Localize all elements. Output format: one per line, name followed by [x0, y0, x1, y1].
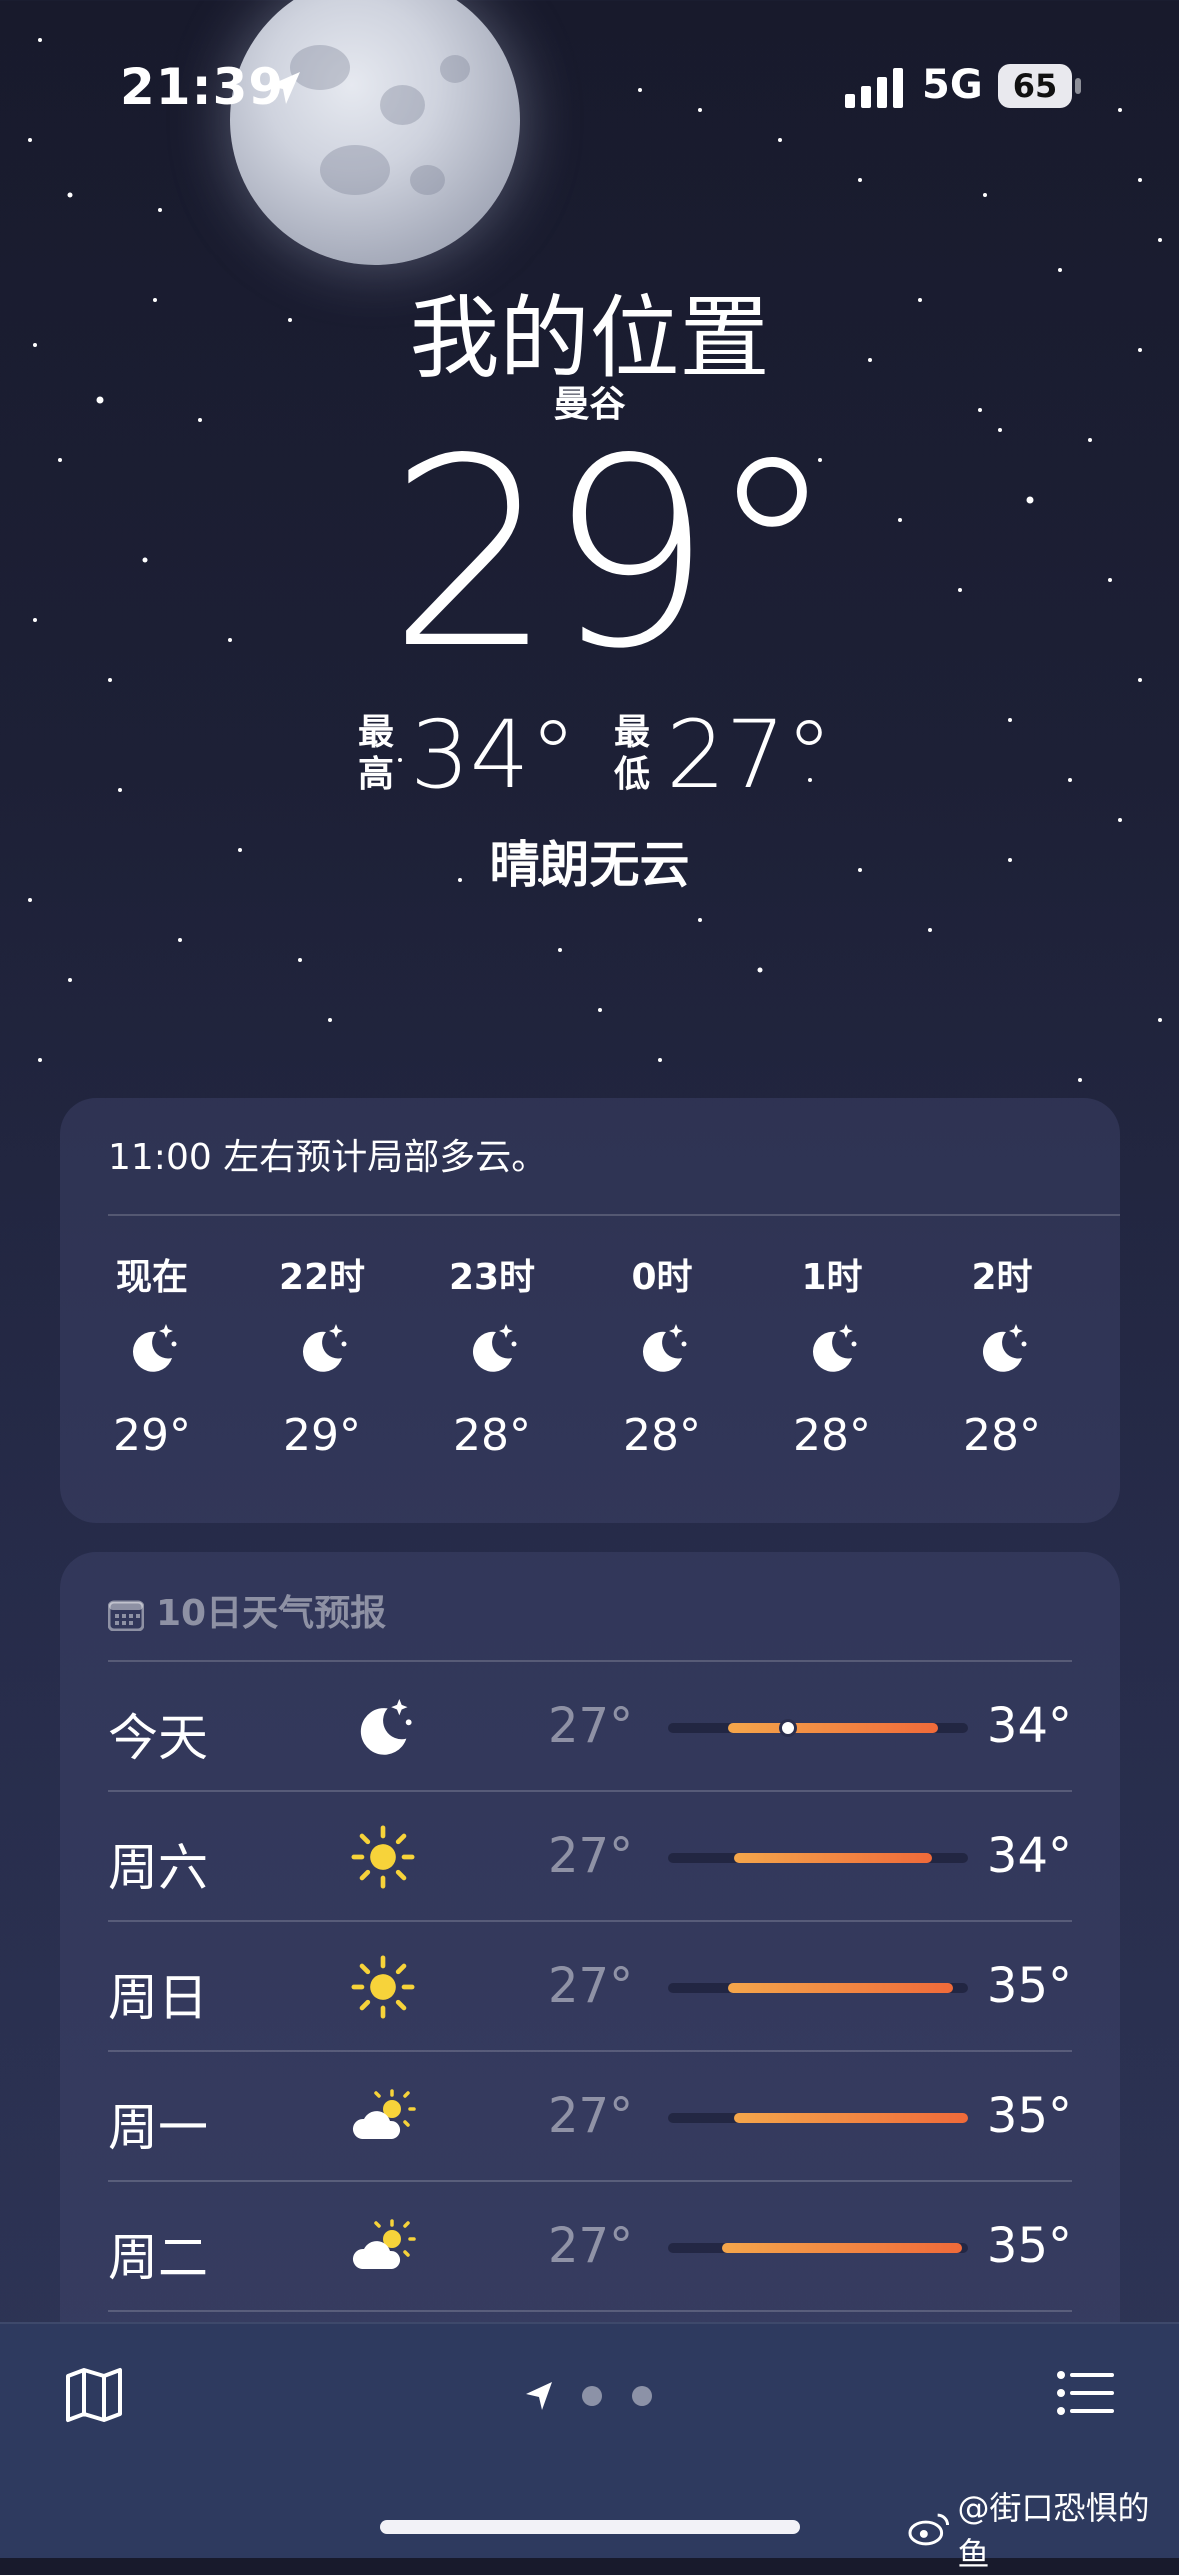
sun-icon	[351, 1955, 415, 2019]
row-divider	[108, 1660, 1072, 1662]
hour-item: 23时 28°	[422, 1248, 562, 1461]
moon-stars-icon	[642, 1324, 687, 1372]
hour-item: 现在 29°	[82, 1248, 222, 1461]
sun-icon	[351, 1825, 415, 1889]
map-icon[interactable]	[62, 2362, 126, 2426]
list-icon[interactable]	[1056, 2368, 1114, 2418]
forecast-high: 35°	[986, 2218, 1072, 2274]
forecast-low: 27°	[548, 1698, 634, 1754]
home-indicator[interactable]	[380, 2520, 800, 2534]
partly-cloudy-icon	[352, 2219, 416, 2269]
range-fill	[734, 2113, 968, 2123]
row-divider	[108, 2310, 1072, 2312]
hour-temp: 28°	[623, 1410, 701, 1461]
range-fill	[722, 2243, 962, 2253]
row-divider	[108, 1920, 1072, 1922]
current-temperature: 29°	[388, 404, 837, 706]
moon-stars-icon	[982, 1324, 1027, 1372]
hour-temp: 28°	[453, 1410, 531, 1461]
forecast-row[interactable]: 周日 27° 35°	[108, 1920, 1072, 2050]
network-type: 5G	[922, 62, 983, 108]
battery-cap	[1075, 78, 1081, 94]
moon-stars-icon	[360, 1699, 412, 1755]
hour-item: 1时 28°	[762, 1248, 902, 1461]
hourly-divider	[108, 1214, 1120, 1216]
forecast-high: 34°	[986, 1828, 1072, 1884]
hour-label: 23时	[448, 1257, 536, 1298]
hourly-forecast-card[interactable]: 11:00 左右预计局部多云。 现在 29° 22时 29° 23时 28° 0…	[60, 1098, 1120, 1523]
hour-item: 0时 28°	[592, 1248, 732, 1461]
forecast-low: 27°	[548, 1828, 634, 1884]
location-arrow-icon	[268, 72, 300, 104]
hour-temp: 28°	[963, 1410, 1041, 1461]
forecast-row[interactable]: 周六 27° 34°	[108, 1790, 1072, 1920]
hour-item: 22时 29°	[252, 1248, 392, 1461]
forecast-row[interactable]: 周二 27° 35°	[108, 2180, 1072, 2310]
forecast-low: 27°	[548, 1958, 634, 2014]
range-fill	[728, 1723, 938, 1733]
forecast-row[interactable]: 周一 27° 35°	[108, 2050, 1072, 2180]
forecast-title: 10日天气预报	[156, 1593, 387, 1634]
status-bar: 21:39 5G 65	[0, 0, 1179, 170]
temperature-range-bar	[668, 2113, 968, 2123]
hour-label: 现在	[115, 1257, 188, 1298]
hour-temp: 28°	[793, 1410, 871, 1461]
temperature-range-bar	[668, 1853, 968, 1863]
forecast-low: 27°	[548, 2088, 634, 2144]
low-temperature: 最低 27°	[614, 706, 834, 806]
forecast-high: 34°	[986, 1698, 1072, 1754]
hour-label: 0时	[631, 1257, 693, 1298]
status-time: 21:39	[120, 58, 285, 116]
current-location-arrow-icon	[526, 2382, 552, 2410]
hour-label: 22时	[278, 1257, 366, 1298]
forecast-low: 27°	[548, 2218, 634, 2274]
hourly-summary: 11:00 左右预计局部多云。	[108, 1137, 548, 1178]
hour-temp: 29°	[283, 1410, 361, 1461]
battery-indicator: 65	[998, 64, 1072, 108]
range-fill	[728, 1983, 953, 1993]
moon-stars-icon	[812, 1324, 857, 1372]
high-temperature: 最高 34°	[358, 706, 578, 806]
bottom-toolbar: @街口恐惧的鱼	[0, 2322, 1179, 2573]
forecast-day: 周一	[108, 2099, 208, 2157]
temperature-range-bar	[668, 2243, 968, 2253]
forecast-day: 周六	[108, 1839, 208, 1897]
range-fill	[734, 1853, 932, 1863]
moon-stars-icon	[302, 1324, 347, 1372]
forecast-day: 周二	[108, 2229, 208, 2287]
hour-label: 2时	[971, 1257, 1033, 1298]
high-value: 34°	[410, 701, 577, 810]
high-label: 最高	[358, 712, 395, 795]
row-divider	[108, 1790, 1072, 1792]
watermark-text: @街口恐惧的鱼	[957, 2489, 1150, 2573]
forecast-row[interactable]: 今天 27° 34°	[108, 1660, 1072, 1790]
weibo-logo-icon	[908, 2513, 950, 2546]
forecast-day: 今天	[108, 1709, 208, 1767]
low-value: 27°	[666, 701, 833, 810]
cellular-signal-icon	[845, 68, 903, 108]
hour-item: 2时 28°	[932, 1248, 1072, 1461]
forecast-day: 周日	[108, 1969, 208, 2027]
hour-temp: 29°	[113, 1410, 191, 1461]
calendar-icon	[108, 1600, 144, 1631]
moon-stars-icon	[472, 1324, 517, 1372]
low-label: 最低	[614, 712, 651, 795]
temperature-range-bar	[668, 1983, 968, 1993]
forecast-header: 10日天气预报	[108, 1584, 386, 1636]
row-divider	[108, 2180, 1072, 2182]
forecast-high: 35°	[986, 2088, 1072, 2144]
forecast-high: 35°	[986, 1958, 1072, 2014]
condition-text: 晴朗无云	[489, 836, 690, 894]
current-temp-dot	[779, 1719, 797, 1737]
partly-cloudy-icon	[352, 2089, 416, 2139]
page-indicator[interactable]	[522, 2376, 662, 2416]
watermark: @街口恐惧的鱼	[908, 2489, 1179, 2573]
row-divider	[108, 2050, 1072, 2052]
temperature-range-bar	[668, 1719, 968, 1737]
moon-stars-icon	[132, 1324, 177, 1372]
hour-label: 1时	[801, 1257, 863, 1298]
